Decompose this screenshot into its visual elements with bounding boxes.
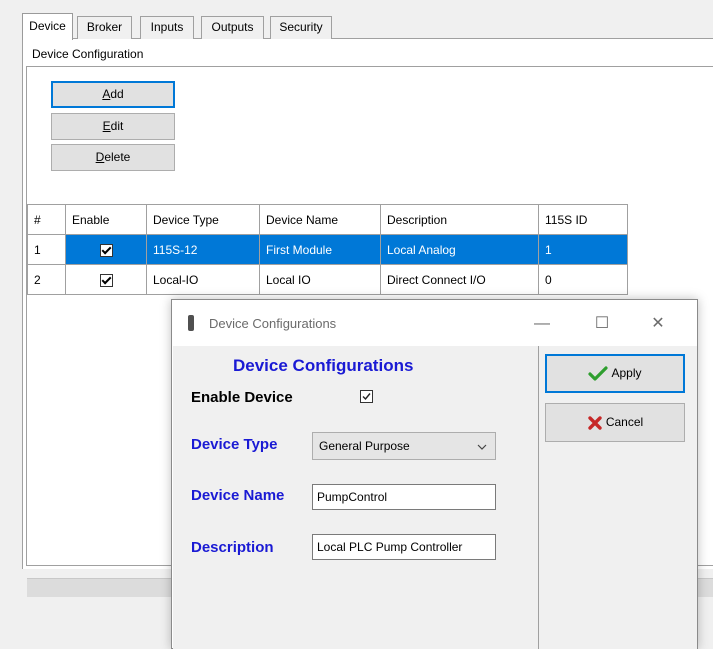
device-type-value: General Purpose — [319, 439, 410, 453]
tab-inputs[interactable]: Inputs — [140, 16, 194, 39]
row-device-name: First Module — [259, 234, 381, 265]
tab-outputs[interactable]: Outputs — [201, 16, 264, 39]
col-enable[interactable]: Enable — [65, 204, 147, 235]
checkmark-icon — [362, 393, 371, 401]
tab-device[interactable]: Device — [22, 13, 73, 40]
device-name-label: Device Name — [191, 487, 285, 504]
col-device-type[interactable]: Device Type — [146, 204, 260, 235]
row-device-name: Local IO — [259, 264, 381, 295]
dialog-title-bar[interactable]: Device Configurations — ☐ ✕ — [172, 300, 697, 346]
enable-device-checkbox[interactable] — [360, 390, 373, 403]
enable-device-label: Enable Device — [191, 389, 293, 406]
col-number[interactable]: # — [27, 204, 66, 235]
chevron-down-icon — [477, 444, 487, 450]
row-description: Direct Connect I/O — [380, 264, 539, 295]
dialog-form-panel: Device Configurations Enable Device Devi… — [173, 346, 538, 649]
device-name-input[interactable]: PumpControl — [312, 484, 496, 510]
dialog-actions-panel: Apply Cancel — [538, 346, 697, 649]
grid-header-row: # Enable Device Type Device Name Descrip… — [27, 204, 628, 235]
table-row[interactable]: 1 115S-12 First Module Local Analog 1 — [27, 234, 628, 265]
col-115s-id[interactable]: 115S ID — [538, 204, 628, 235]
add-button[interactable]: Add — [51, 81, 175, 108]
checkmark-icon — [588, 366, 609, 381]
add-label: dd — [110, 87, 124, 101]
maximize-button[interactable]: ☐ — [579, 310, 625, 338]
row-description: Local Analog — [380, 234, 539, 265]
row-enable-cell[interactable] — [65, 234, 147, 265]
tab-broker[interactable]: Broker — [77, 16, 132, 39]
description-label: Description — [191, 539, 274, 556]
dialog-heading: Device Configurations — [233, 356, 414, 375]
row-device-type: Local-IO — [146, 264, 260, 295]
device-type-label: Device Type — [191, 436, 278, 453]
row-number: 1 — [27, 234, 66, 265]
device-grid: # Enable Device Type Device Name Descrip… — [27, 204, 628, 295]
apply-button[interactable]: Apply — [545, 354, 685, 393]
row-enable-cell[interactable] — [65, 264, 147, 295]
col-device-name[interactable]: Device Name — [259, 204, 381, 235]
x-icon — [588, 416, 602, 430]
delete-accel: D — [95, 150, 105, 164]
edit-button[interactable]: Edit — [51, 113, 175, 140]
row-number: 2 — [27, 264, 66, 295]
apply-label: Apply — [611, 366, 642, 380]
table-row[interactable]: 2 Local-IO Local IO Direct Connect I/O 0 — [27, 264, 628, 295]
delete-button[interactable]: Delete — [51, 144, 175, 171]
description-input[interactable]: Local PLC Pump Controller — [312, 534, 496, 560]
dialog-title: Device Configurations — [209, 316, 337, 331]
row-115s-id: 0 — [538, 264, 628, 295]
col-description[interactable]: Description — [380, 204, 539, 235]
cancel-button[interactable]: Cancel — [545, 403, 685, 442]
app-icon — [188, 315, 194, 331]
tab-security[interactable]: Security — [270, 16, 332, 39]
minimize-button[interactable]: — — [519, 310, 565, 338]
device-configurations-dialog: Device Configurations — ☐ ✕ Device Confi… — [171, 299, 698, 649]
delete-label: elete — [104, 150, 131, 164]
cancel-label: Cancel — [605, 415, 644, 429]
device-type-select[interactable]: General Purpose — [312, 432, 496, 460]
close-button[interactable]: ✕ — [635, 310, 681, 338]
enable-checkbox[interactable] — [99, 273, 113, 287]
row-115s-id: 1 — [538, 234, 628, 265]
row-device-type: 115S-12 — [146, 234, 260, 265]
edit-label: dit — [110, 119, 124, 133]
edit-accel: E — [102, 119, 111, 133]
group-title: Device Configuration — [30, 47, 146, 61]
enable-checkbox[interactable] — [99, 243, 113, 257]
